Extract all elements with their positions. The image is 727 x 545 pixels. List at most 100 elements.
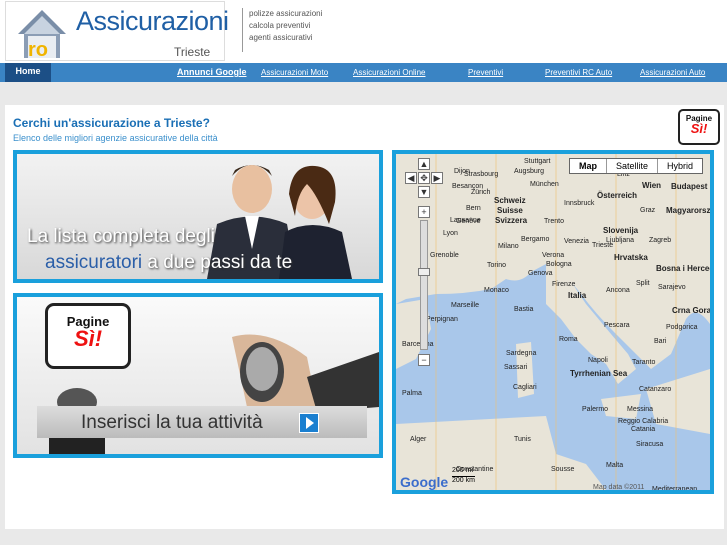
map-city: Napoli bbox=[588, 357, 608, 364]
map-city: Bastia bbox=[514, 306, 534, 313]
nav-link-assicurazioni-online[interactable]: Assicurazioni Online bbox=[353, 68, 425, 77]
logo-subtitle: Trieste bbox=[174, 45, 211, 59]
map-city: Catania bbox=[631, 426, 656, 433]
map-type-satellite-button[interactable]: Satellite bbox=[607, 159, 659, 173]
map-city: Grenoble bbox=[430, 252, 459, 259]
nav-link-assicurazioni-moto[interactable]: Assicurazioni Moto bbox=[261, 68, 328, 77]
map-city: Sardegna bbox=[506, 350, 537, 357]
paginesi-banner-line2: Sì! bbox=[73, 326, 103, 351]
map-city: Österreich bbox=[597, 191, 638, 200]
banner1-line1: La lista completa degli bbox=[17, 224, 379, 276]
map-city: Siracusa bbox=[636, 441, 664, 448]
map-city: Messina bbox=[627, 406, 654, 413]
map-city: Trieste bbox=[592, 242, 614, 249]
map-city: Slovenija bbox=[603, 226, 639, 235]
pan-up-icon[interactable]: ▲ bbox=[418, 158, 430, 170]
map-scale-miles: 200 mi bbox=[452, 467, 474, 474]
tagline-line: agenti assicurativi bbox=[249, 33, 313, 42]
map-city: Lausanne bbox=[450, 217, 481, 224]
map-data-credit: Map data ©2011 bbox=[593, 484, 645, 491]
map-city: Reggio Calabria bbox=[618, 418, 669, 425]
svg-text:ro: ro bbox=[28, 39, 48, 60]
zoom-slider[interactable] bbox=[420, 220, 428, 350]
map-city: Palma bbox=[402, 390, 422, 397]
map-scale: 200 mi 200 km bbox=[452, 467, 475, 484]
map-city: Bologna bbox=[546, 261, 572, 268]
map-city: Ancona bbox=[606, 287, 630, 294]
map-city: Italia bbox=[568, 291, 587, 300]
map-city: Venezia bbox=[564, 238, 589, 245]
map-city: Sarajevo bbox=[658, 284, 686, 291]
zoom-slider-handle[interactable] bbox=[418, 268, 430, 276]
map-scale-km: 200 km bbox=[452, 476, 475, 484]
map-city: Perpignan bbox=[426, 316, 458, 323]
nav-link-assicurazioni-auto[interactable]: Assicurazioni Auto bbox=[640, 68, 705, 77]
zoom-out-icon[interactable]: − bbox=[418, 354, 430, 366]
page-title: Cerchi un'assicurazione a Trieste? bbox=[13, 116, 210, 130]
tagline-line: calcola preventivi bbox=[249, 21, 311, 30]
map-city: Graz bbox=[640, 207, 656, 214]
map-city: Verona bbox=[542, 252, 565, 259]
map-city: Taranto bbox=[632, 359, 656, 366]
nav-link-preventivi-rc-auto[interactable]: Preventivi RC Auto bbox=[545, 68, 612, 77]
map-city: München bbox=[530, 181, 559, 188]
map-city: Augsburg bbox=[514, 168, 544, 175]
map-city: Cagliari bbox=[513, 384, 537, 391]
map-city: Sousse bbox=[551, 466, 575, 473]
paginesi-banner-logo: Pagine Sì! bbox=[45, 303, 131, 369]
map-city: Genova bbox=[528, 270, 553, 277]
map-city: Split bbox=[636, 280, 650, 287]
map-city: Roma bbox=[559, 336, 578, 343]
map-city: Wien bbox=[642, 181, 662, 190]
banner1-highlight: assicuratori bbox=[45, 252, 143, 273]
main-nav: Home Annunci Google Assicurazioni Moto A… bbox=[0, 63, 727, 82]
map-type-selector: Map Satellite Hybrid bbox=[569, 158, 704, 174]
site-logo[interactable]: ro Assicurazioni Trieste bbox=[5, 1, 229, 61]
banner1-line2: assicuratori a due passi da te bbox=[45, 252, 292, 274]
paginesi-logo-line2: Sì! bbox=[690, 121, 708, 136]
map-city: Svizzera bbox=[495, 216, 528, 225]
nav-home[interactable]: Home bbox=[5, 63, 51, 82]
map-city: Tunis bbox=[514, 436, 531, 443]
map-city: Bergamo bbox=[521, 236, 550, 243]
site-header: ro Assicurazioni Trieste polizze assicur… bbox=[0, 0, 727, 63]
map-city: Mediterranean bbox=[652, 486, 698, 493]
map-city: Bern bbox=[466, 205, 481, 212]
map-city: Zürich bbox=[471, 189, 491, 196]
map-city: Trento bbox=[544, 218, 564, 225]
map-city: Milano bbox=[498, 243, 519, 250]
pan-center-icon[interactable]: ✥ bbox=[418, 172, 430, 184]
pan-down-icon[interactable]: ▼ bbox=[418, 186, 430, 198]
map-city: Dijon bbox=[454, 168, 470, 175]
main-content: Cerchi un'assicurazione a Trieste? Elenc… bbox=[5, 105, 724, 529]
map-city: Alger bbox=[410, 436, 427, 443]
banner1-line2-rest: a due passi da te bbox=[142, 252, 293, 273]
pan-left-icon[interactable]: ◀ bbox=[405, 172, 417, 184]
map-type-hybrid-button[interactable]: Hybrid bbox=[658, 159, 702, 173]
logo-title: Assicurazioni bbox=[76, 6, 229, 36]
map-city: Bosna i Hercegovina bbox=[656, 264, 714, 273]
paginesi-logo[interactable]: Pagine Sì! bbox=[678, 109, 720, 145]
banner-inserisci-attivita[interactable]: Pagine Sì! Inserisci la tua attività bbox=[13, 293, 383, 458]
map-city: Innsbruck bbox=[564, 200, 595, 207]
map-city: Sassari bbox=[504, 364, 528, 371]
house-logo-icon: ro bbox=[18, 10, 66, 60]
map-city: Hrvatska bbox=[614, 253, 648, 262]
banner-lista-assicuratori[interactable]: La lista completa degli assicuratori a d… bbox=[13, 150, 383, 283]
arrow-right-icon[interactable] bbox=[299, 413, 319, 433]
tagline-line: polizze assicurazioni bbox=[249, 9, 323, 18]
map-city: Pescara bbox=[604, 322, 630, 329]
map-city: Malta bbox=[606, 462, 624, 469]
google-logo: Google bbox=[400, 474, 449, 490]
map-city: Firenze bbox=[552, 281, 576, 288]
map-type-map-button[interactable]: Map bbox=[570, 159, 607, 173]
zoom-in-icon[interactable]: + bbox=[418, 206, 430, 218]
nav-annunci-google[interactable]: Annunci Google bbox=[177, 67, 247, 77]
nav-link-preventivi[interactable]: Preventivi bbox=[468, 68, 503, 77]
google-map[interactable]: Stuttgart Augsburg München Strasbourg Li… bbox=[392, 150, 714, 494]
map-city: Suisse bbox=[497, 206, 523, 215]
map-city: Schweiz bbox=[494, 196, 526, 205]
map-city: Tyrrhenian Sea bbox=[570, 369, 628, 378]
map-city: Barcelona bbox=[402, 341, 434, 348]
pan-right-icon[interactable]: ▶ bbox=[431, 172, 443, 184]
